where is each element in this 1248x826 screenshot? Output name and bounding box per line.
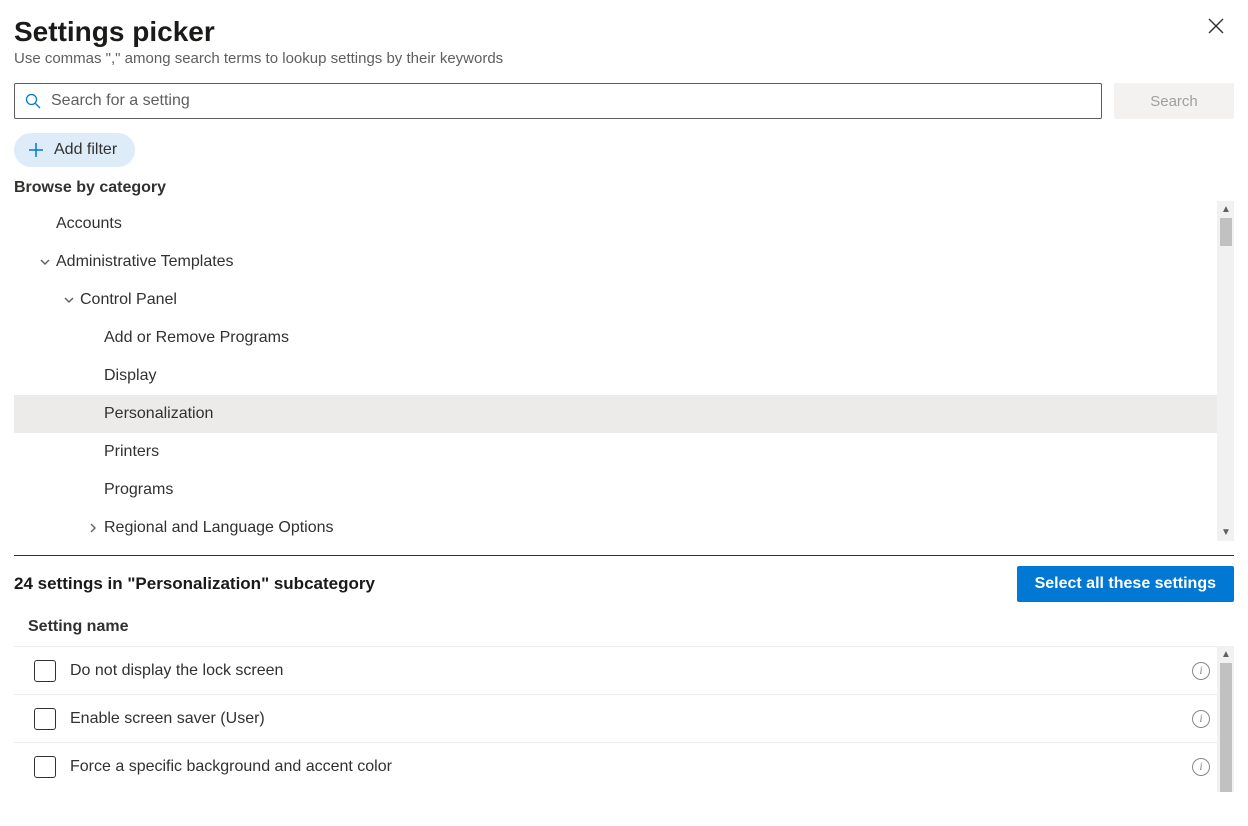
setting-row[interactable]: Force a specific background and accent c… [14, 742, 1234, 790]
tree-item-label: Printers [104, 443, 159, 461]
tree-item-label: Administrative Templates [56, 253, 234, 271]
chevron-down-icon [58, 294, 80, 306]
search-button[interactable]: Search [1114, 83, 1234, 119]
chevron-right-icon [82, 522, 104, 534]
search-box[interactable] [14, 83, 1102, 119]
tree-item-programs[interactable]: Programs [14, 471, 1234, 509]
scroll-up-arrow-icon[interactable]: ▲ [1218, 646, 1234, 663]
checkbox[interactable] [34, 756, 56, 778]
chevron-down-icon [34, 256, 56, 268]
tree-item-add-or-remove-programs[interactable]: Add or Remove Programs [14, 319, 1234, 357]
tree-item-administrative-templates[interactable]: Administrative Templates [14, 243, 1234, 281]
setting-row[interactable]: Do not display the lock screen i [14, 646, 1234, 694]
setting-name: Enable screen saver (User) [70, 710, 1192, 728]
scroll-up-arrow-icon[interactable]: ▲ [1218, 201, 1234, 218]
tree-item-label: Personalization [104, 405, 213, 423]
tree-item-label: Regional and Language Options [104, 519, 334, 537]
checkbox[interactable] [34, 708, 56, 730]
plus-icon [28, 142, 44, 158]
panel-title: Settings picker [14, 16, 215, 48]
tree-item-label: Accounts [56, 215, 122, 233]
tree-item-label: Control Panel [80, 291, 177, 309]
add-filter-label: Add filter [54, 141, 117, 159]
info-icon[interactable]: i [1192, 758, 1210, 776]
info-icon[interactable]: i [1192, 662, 1210, 680]
tree-item-personalization[interactable]: Personalization [14, 395, 1234, 433]
tree-item-control-panel[interactable]: Control Panel [14, 281, 1234, 319]
setting-row[interactable]: Enable screen saver (User) i [14, 694, 1234, 742]
tree-item-display[interactable]: Display [14, 357, 1234, 395]
search-icon [25, 93, 41, 109]
browse-by-category-label: Browse by category [14, 179, 1234, 197]
tree-item-regional-and-language-options[interactable]: Regional and Language Options [14, 509, 1234, 541]
info-icon[interactable]: i [1192, 710, 1210, 728]
divider [14, 555, 1234, 556]
search-input[interactable] [49, 91, 1091, 111]
tree-item-label: Programs [104, 481, 173, 499]
scrollbar-thumb[interactable] [1220, 218, 1232, 246]
scrollbar-thumb[interactable] [1220, 663, 1232, 792]
tree-item-label: Display [104, 367, 156, 385]
panel-subtitle: Use commas "," among search terms to loo… [14, 50, 1234, 67]
add-filter-button[interactable]: Add filter [14, 133, 135, 167]
select-all-button[interactable]: Select all these settings [1017, 566, 1234, 602]
scroll-down-arrow-icon[interactable]: ▼ [1218, 524, 1234, 541]
tree-scrollbar[interactable]: ▲ ▼ [1217, 201, 1234, 541]
setting-name: Force a specific background and accent c… [70, 758, 1192, 776]
setting-name: Do not display the lock screen [70, 662, 1192, 680]
checkbox[interactable] [34, 660, 56, 682]
tree-item-accounts[interactable]: Accounts [14, 205, 1234, 243]
list-scrollbar[interactable]: ▲ [1217, 646, 1234, 792]
tree-item-label: Add or Remove Programs [104, 329, 289, 347]
column-header-setting-name[interactable]: Setting name [14, 612, 1234, 646]
close-icon[interactable] [1208, 10, 1234, 38]
tree-item-printers[interactable]: Printers [14, 433, 1234, 471]
results-count-label: 24 settings in "Personalization" subcate… [14, 574, 375, 594]
